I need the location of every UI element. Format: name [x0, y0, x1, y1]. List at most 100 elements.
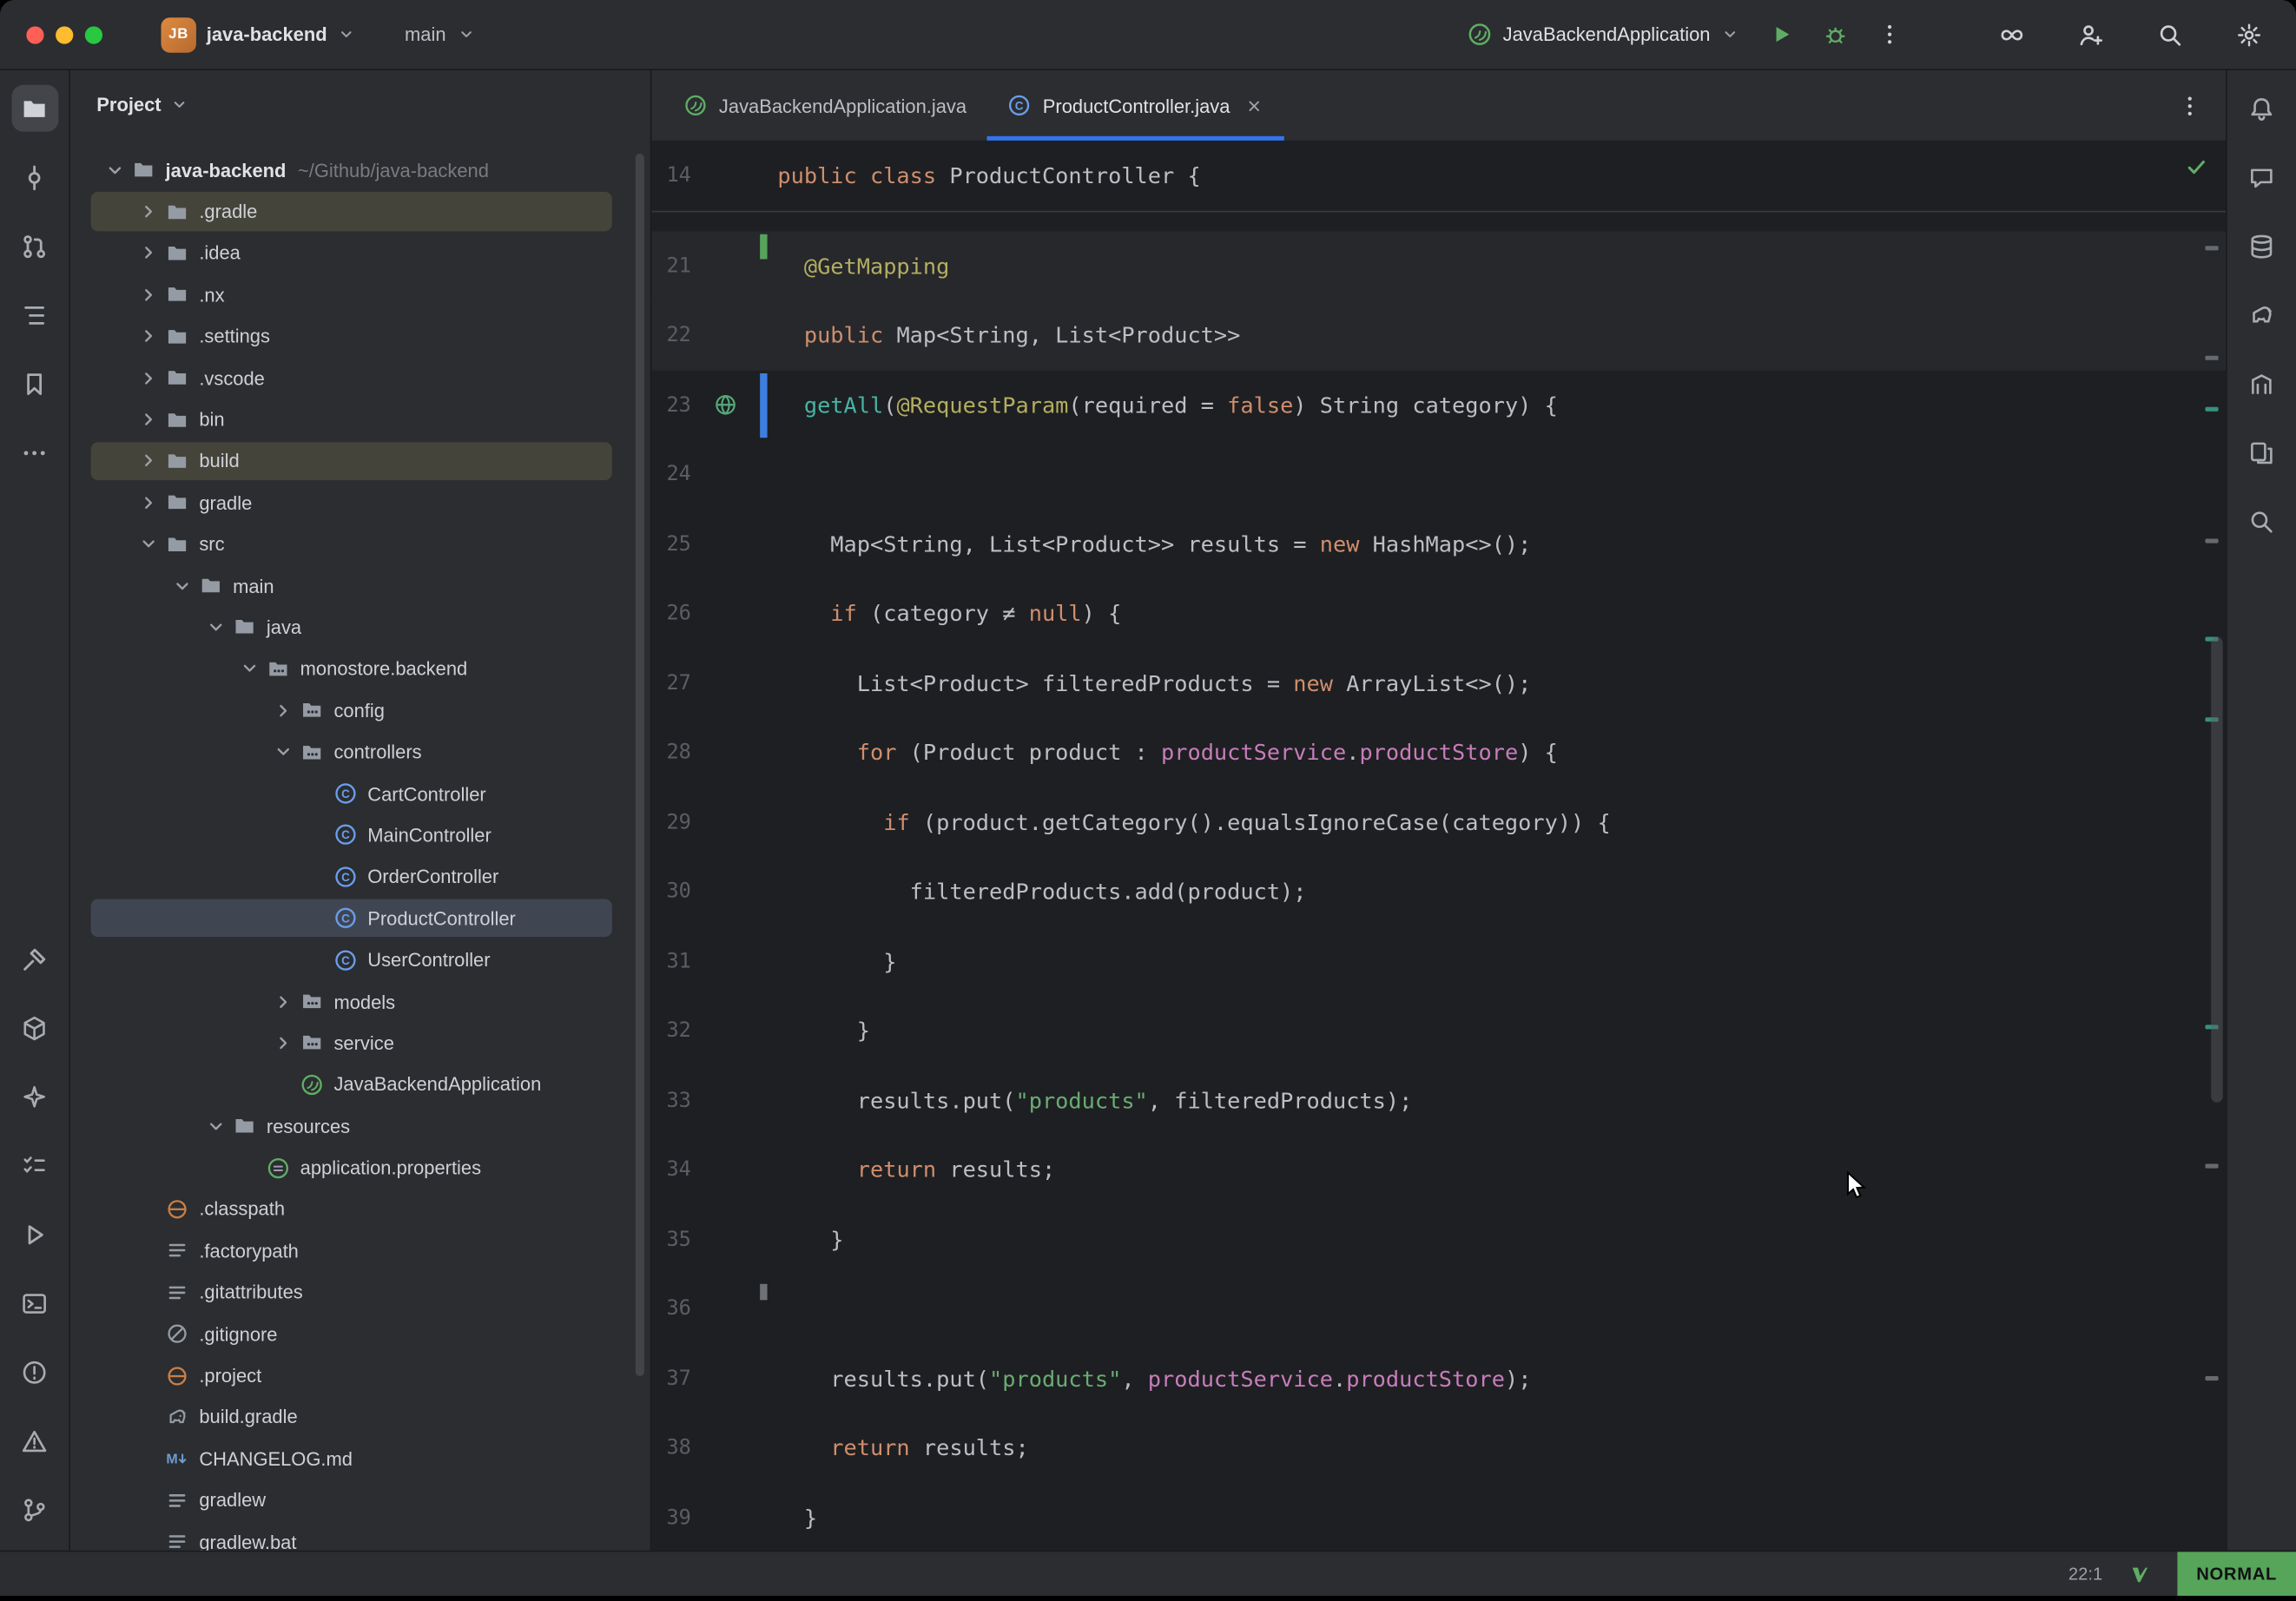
chevron-down-icon[interactable]: [100, 155, 129, 185]
code-line-32[interactable]: 32 }: [651, 996, 2226, 1065]
stripe-mark[interactable]: [2205, 1376, 2218, 1380]
editor-scrollbar-thumb[interactable]: [2211, 637, 2222, 1103]
code-line-27[interactable]: 27 List<Product> filteredProducts = new …: [651, 649, 2226, 718]
run-icon[interactable]: [1760, 14, 1801, 55]
code-line-39[interactable]: 39 }: [651, 1483, 2226, 1551]
chevron-right-icon[interactable]: [133, 488, 162, 517]
structure-icon[interactable]: [11, 292, 58, 339]
build-icon[interactable]: [11, 935, 58, 982]
chevron-right-icon[interactable]: [268, 987, 298, 1017]
line-number[interactable]: 24: [651, 463, 691, 486]
code-line-29[interactable]: 29 if (product.getCategory().equalsIgnor…: [651, 787, 2226, 857]
tree-item-main[interactable]: main: [70, 565, 650, 607]
bookmarks-icon[interactable]: [11, 360, 58, 407]
line-number[interactable]: 21: [651, 254, 691, 278]
chevron-right-icon[interactable]: [268, 1028, 298, 1057]
tree-item-monostore-backend[interactable]: monostore.backend: [70, 648, 650, 689]
pull-requests-icon[interactable]: [11, 222, 58, 269]
tree-item-gitattributes[interactable]: .gitattributes: [70, 1272, 650, 1314]
tree-item-gradle[interactable]: gradle: [70, 482, 650, 524]
ai-assistant-icon[interactable]: [1991, 14, 2032, 55]
line-number[interactable]: 28: [651, 741, 691, 765]
vim-mode-badge[interactable]: NORMAL: [2177, 1552, 2296, 1596]
line-number[interactable]: 25: [651, 532, 691, 556]
tree-item-idea[interactable]: .idea: [70, 233, 650, 274]
tree-item-changelog-md[interactable]: MCHANGELOG.md: [70, 1438, 650, 1479]
line-number[interactable]: 29: [651, 811, 691, 834]
zoom-window-button[interactable]: [85, 26, 102, 43]
tree-item-maincontroller[interactable]: CMainController: [70, 814, 650, 856]
chevron-down-icon[interactable]: [133, 530, 162, 559]
more-icon[interactable]: [11, 429, 58, 476]
ideavim-icon[interactable]: [2129, 1563, 2151, 1585]
tree-item-java-backend[interactable]: java-backend~/Github/java-backend: [70, 149, 650, 191]
tree-item-cartcontroller[interactable]: CCartController: [70, 773, 650, 814]
tree-item-gradlew-bat[interactable]: gradlew.bat: [70, 1521, 650, 1551]
code-line-22[interactable]: 22 public Map<String, List<Product>>: [651, 301, 2226, 371]
tree-item-build[interactable]: build: [70, 440, 650, 482]
todo-icon[interactable]: [11, 1142, 58, 1189]
chevron-right-icon[interactable]: [133, 239, 162, 268]
chevron-down-icon[interactable]: [268, 737, 298, 767]
globe-icon[interactable]: [712, 392, 737, 418]
code-line-28[interactable]: 28 for (Product product : productService…: [651, 718, 2226, 787]
code-line-25[interactable]: 25 Map<String, List<Product>> results = …: [651, 510, 2226, 579]
code-line-26[interactable]: 26 if (category ≠ null) {: [651, 579, 2226, 649]
tree-item-application-properties[interactable]: application.properties: [70, 1147, 650, 1189]
line-number[interactable]: 23: [651, 393, 691, 417]
minimize-window-button[interactable]: [56, 26, 73, 43]
line-number[interactable]: 14: [651, 164, 691, 188]
code-line-14[interactable]: 14public class ProductController {: [651, 141, 1200, 211]
commit-icon[interactable]: [11, 154, 58, 201]
code-line-38[interactable]: 38 return results;: [651, 1413, 2226, 1483]
chevron-right-icon[interactable]: [133, 322, 162, 352]
code-line-35[interactable]: 35 }: [651, 1205, 2226, 1275]
tree-item-nx[interactable]: .nx: [70, 274, 650, 316]
ai-chat-icon[interactable]: [2238, 154, 2285, 201]
compare-icon[interactable]: [2238, 429, 2285, 476]
run-configuration-widget[interactable]: JavaBackendApplication: [1468, 22, 1739, 47]
line-number[interactable]: 22: [651, 324, 691, 347]
tree-item-settings[interactable]: .settings: [70, 315, 650, 357]
code-line-36[interactable]: 36: [651, 1275, 2226, 1344]
tree-item-factorypath[interactable]: .factorypath: [70, 1230, 650, 1272]
line-number[interactable]: 31: [651, 950, 691, 973]
code-with-me-icon[interactable]: [2070, 14, 2111, 55]
tab-javabackendapplication-java[interactable]: JavaBackendApplication.java: [663, 70, 987, 141]
stripe-mark[interactable]: [2205, 1164, 2218, 1169]
chevron-down-icon[interactable]: [201, 613, 230, 642]
chevron-down-icon[interactable]: [234, 655, 264, 684]
tree-item-gradle[interactable]: .gradle: [70, 191, 650, 233]
line-number[interactable]: 33: [651, 1089, 691, 1112]
ai-assistant-icon[interactable]: [11, 1073, 58, 1120]
project-widget[interactable]: JB java-backend: [161, 16, 356, 51]
tree-item-java[interactable]: java: [70, 607, 650, 649]
project-icon[interactable]: [11, 85, 58, 132]
project-scrollbar-thumb[interactable]: [636, 154, 644, 1376]
terminal-icon[interactable]: [11, 1280, 58, 1327]
code-line-34[interactable]: 34 return results;: [651, 1136, 2226, 1205]
tree-item-gitignore[interactable]: .gitignore: [70, 1313, 650, 1354]
line-number[interactable]: 35: [651, 1228, 691, 1251]
debug-icon[interactable]: [1814, 14, 1855, 55]
code-line-21[interactable]: 21 @GetMapping: [651, 231, 2226, 300]
tree-item-vscode[interactable]: .vscode: [70, 357, 650, 399]
code-line-37[interactable]: 37 results.put("products", productServic…: [651, 1344, 2226, 1413]
chevron-down-icon[interactable]: [201, 1111, 230, 1141]
tree-item-bin[interactable]: bin: [70, 399, 650, 440]
warnings-icon[interactable]: [11, 1417, 58, 1464]
stripe-mark[interactable]: [2205, 246, 2218, 250]
dependencies-icon[interactable]: [11, 1005, 58, 1051]
version-control-icon[interactable]: [11, 1486, 58, 1533]
code-line-31[interactable]: 31 }: [651, 926, 2226, 996]
code-line-30[interactable]: 30 filteredProducts.add(product);: [651, 857, 2226, 926]
problems-icon[interactable]: [11, 1348, 58, 1395]
tree-item-ordercontroller[interactable]: COrderController: [70, 856, 650, 898]
stripe-mark[interactable]: [2205, 539, 2218, 544]
line-number[interactable]: 39: [651, 1506, 691, 1530]
line-number[interactable]: 30: [651, 880, 691, 904]
project-panel-header[interactable]: Project: [70, 70, 650, 138]
line-number[interactable]: 32: [651, 1019, 691, 1043]
line-number[interactable]: 26: [651, 602, 691, 625]
chevron-right-icon[interactable]: [133, 197, 162, 227]
